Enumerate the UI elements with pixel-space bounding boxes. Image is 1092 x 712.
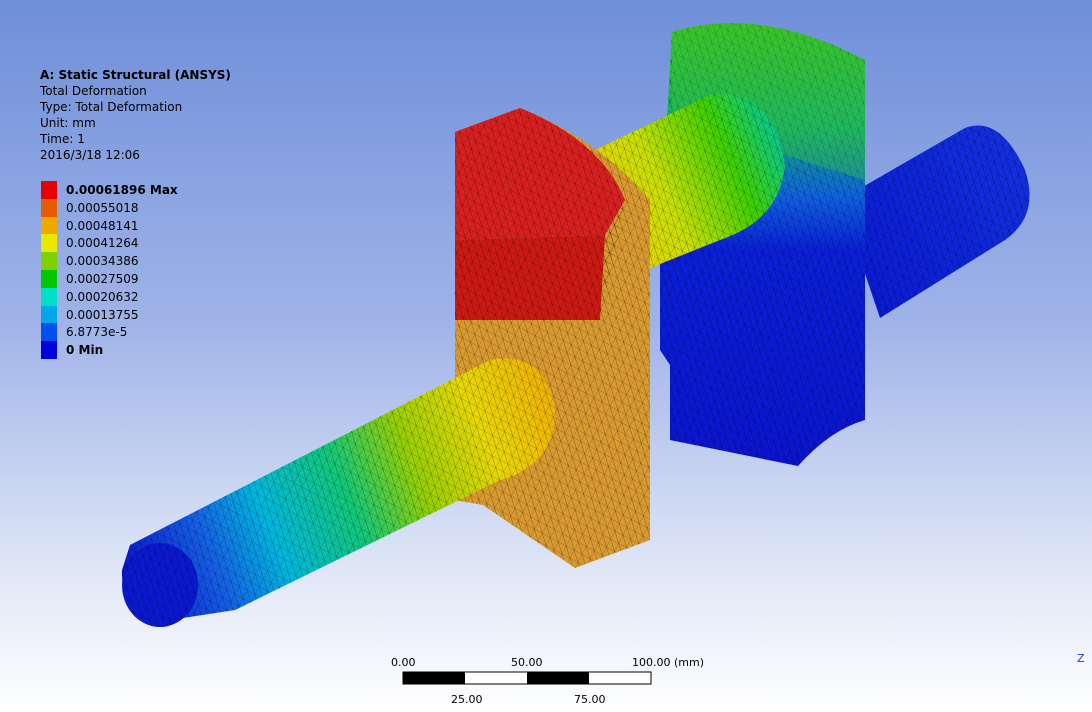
scale-label-75: 75.00	[574, 693, 606, 706]
scale-label-100: 100.00 (mm)	[632, 656, 704, 669]
left-crank-web	[455, 108, 650, 568]
axis-triad-label: Z	[1077, 652, 1085, 665]
scale-label-0: 0.00	[391, 656, 416, 669]
scale-label-50: 50.00	[511, 656, 543, 669]
scale-label-25: 25.00	[451, 693, 483, 706]
crankshaft-model-view[interactable]	[0, 0, 1092, 712]
right-shaft	[840, 125, 1030, 318]
